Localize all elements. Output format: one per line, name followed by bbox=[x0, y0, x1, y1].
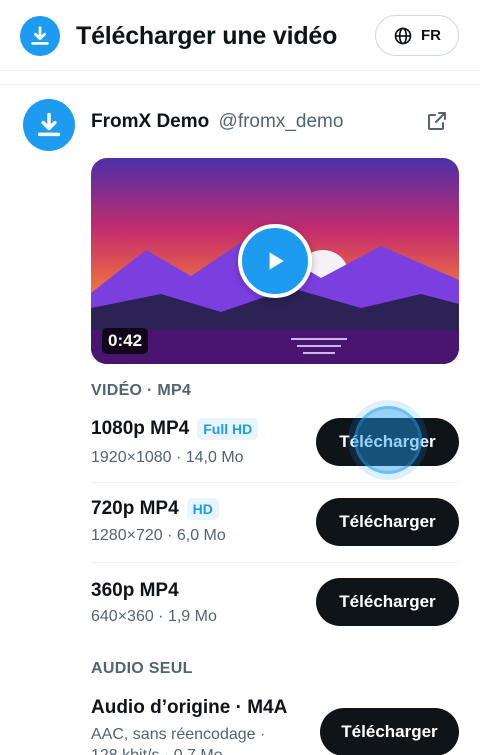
video-duration: 0:42 bbox=[102, 328, 149, 354]
author-name: FromX Demo bbox=[91, 111, 210, 132]
quality-badge: HD bbox=[186, 498, 219, 520]
download-icon bbox=[20, 16, 60, 56]
external-link-icon[interactable] bbox=[425, 109, 449, 133]
avatar bbox=[23, 99, 75, 151]
download-button-audio[interactable]: Télécharger bbox=[320, 708, 459, 755]
app-header: Télécharger une vidéo FR bbox=[0, 0, 480, 72]
download-button-1080p[interactable]: Télécharger bbox=[316, 418, 459, 466]
author-handle: @fromx_demo bbox=[218, 111, 344, 132]
format-title-audio: Audio d’origine · M4A bbox=[91, 697, 287, 719]
play-icon bbox=[269, 252, 284, 270]
format-title-text: 360p MP4 bbox=[91, 580, 179, 601]
quality-badge: Full HD bbox=[197, 418, 259, 440]
format-meta: AAC, sans réencodage · bbox=[91, 726, 266, 743]
video-section-label: VIDÉO · MP4 bbox=[91, 382, 192, 399]
row-divider bbox=[91, 562, 459, 563]
globe-icon bbox=[394, 27, 412, 44]
play-button[interactable] bbox=[238, 224, 312, 298]
language-label: FR bbox=[421, 27, 441, 44]
format-title-text: 720p MP4 bbox=[91, 498, 179, 519]
header-divider bbox=[0, 70, 480, 71]
format-title-720p: 720p MP4 HD bbox=[91, 498, 219, 520]
video-preview[interactable]: 0:42 bbox=[91, 158, 459, 364]
row-divider bbox=[91, 482, 459, 483]
format-title-1080p: 1080p MP4 Full HD bbox=[91, 418, 259, 440]
format-title-360p: 360p MP4 bbox=[91, 580, 179, 602]
page-title: Télécharger une vidéo bbox=[76, 22, 338, 50]
download-button-720p[interactable]: Télécharger bbox=[316, 498, 459, 546]
format-meta: 1280×720 · 6,0 Mo bbox=[91, 527, 226, 544]
download-button-360p[interactable]: Télécharger bbox=[316, 578, 459, 626]
download-icon bbox=[37, 112, 61, 137]
format-meta: 640×360 · 1,9 Mo bbox=[91, 608, 217, 625]
content-divider bbox=[0, 84, 480, 85]
tweet-author: FromX Demo @fromx_demo bbox=[91, 110, 343, 134]
format-title-text: 1080p MP4 bbox=[91, 418, 190, 439]
format-meta: 1920×1080 · 14,0 Mo bbox=[91, 449, 244, 466]
language-button[interactable]: FR bbox=[375, 15, 459, 56]
format-meta: 128 kbit/s · 0,7 Mo bbox=[91, 745, 223, 755]
audio-section-label: AUDIO SEUL bbox=[91, 660, 193, 677]
format-title-text: Audio d’origine · M4A bbox=[91, 697, 288, 718]
